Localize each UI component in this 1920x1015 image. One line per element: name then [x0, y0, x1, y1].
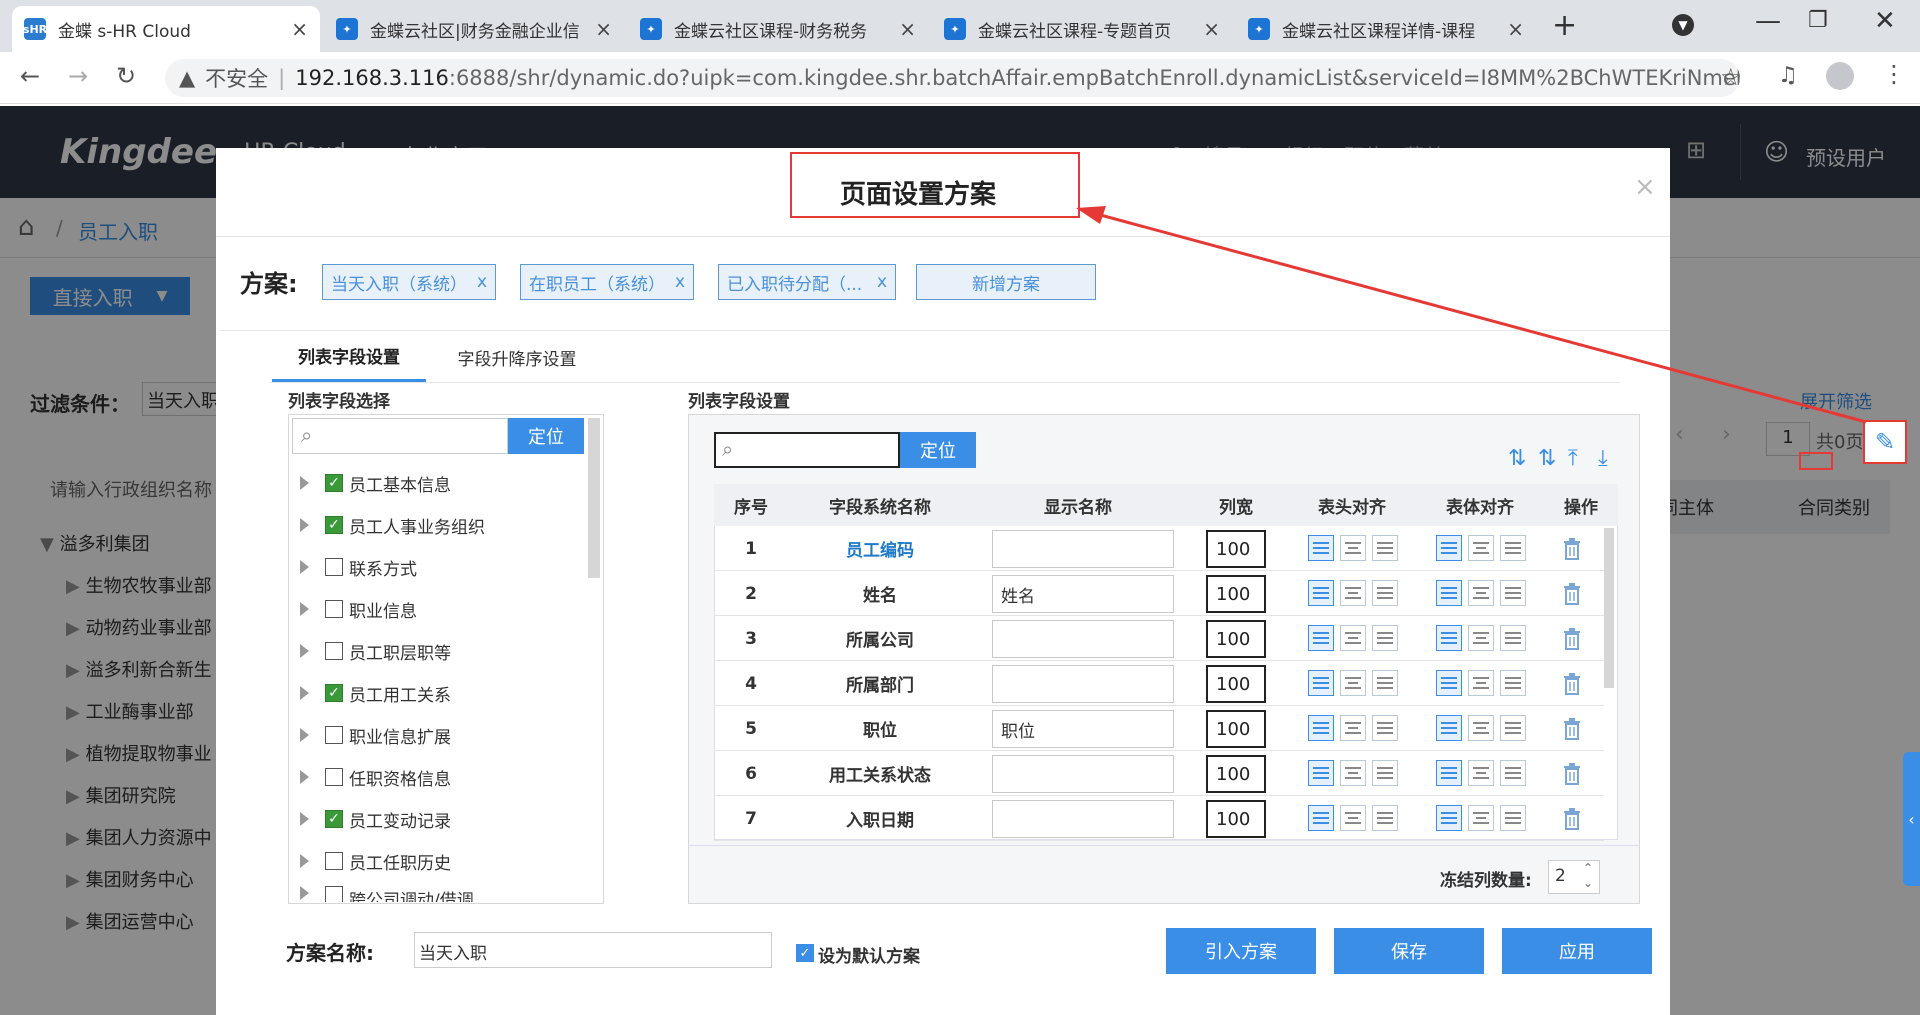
annotation-arrow	[1076, 206, 1867, 424]
